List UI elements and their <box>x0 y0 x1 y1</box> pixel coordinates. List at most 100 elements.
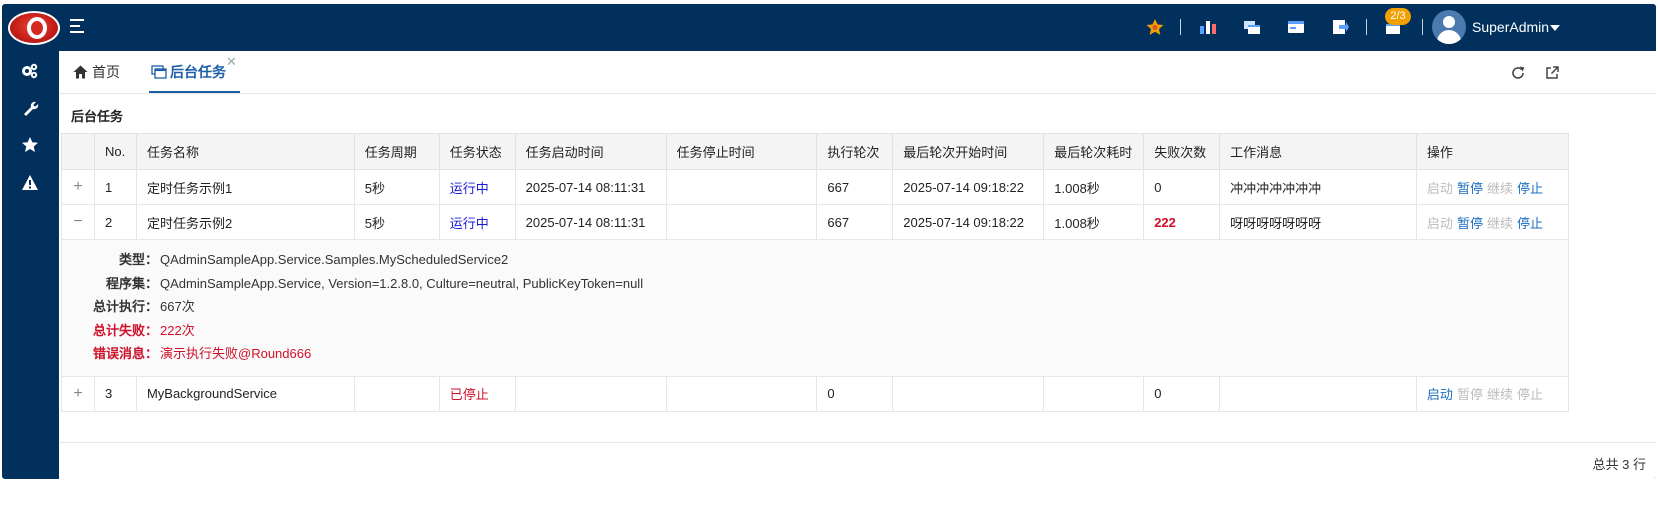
cell-stop <box>665 204 818 240</box>
card-icon[interactable] <box>1286 18 1306 36</box>
main-content: 首页 后台任务 ✕ 后台任务 No. 任务名称 任务周期 任务状态 任务启动时间… <box>59 51 1656 479</box>
export-icon[interactable] <box>1330 18 1350 36</box>
detail-value: 667次 <box>160 299 195 314</box>
username[interactable]: SuperAdmin <box>1472 19 1549 35</box>
cell-fails: 222 <box>1143 204 1221 240</box>
stop-button[interactable]: 停止 <box>1517 216 1543 231</box>
expand-row-button[interactable]: + <box>61 169 95 205</box>
app-logo[interactable] <box>8 11 60 45</box>
cell-fails: 0 <box>1143 169 1221 205</box>
cell-message <box>1219 375 1417 412</box>
column-header: 操作 <box>1415 133 1570 170</box>
table-row: + 1 定时任务示例1 5秒 运行中 2025-07-14 08:11:31 6… <box>61 169 1570 205</box>
column-header[interactable]: 最后轮次耗时 <box>1043 133 1145 170</box>
task-detail-panel: 类型： QAdminSampleApp.Service.Samples.MySch… <box>61 239 1569 377</box>
column-header[interactable]: No. <box>93 133 137 170</box>
collapse-row-button[interactable]: − <box>61 204 95 240</box>
star-icon[interactable] <box>21 136 39 154</box>
detail-label: 错误消息： <box>92 346 158 361</box>
cell-status: 已停止 <box>438 375 516 412</box>
cell-start <box>514 375 667 412</box>
table-row: − 2 定时任务示例2 5秒 运行中 2025-07-14 08:11:31 6… <box>61 204 1570 240</box>
cell-ops: 启动 暂停 继续 停止 <box>1415 204 1570 240</box>
start-button[interactable]: 启动 <box>1427 387 1453 402</box>
detail-total-exec: 总计执行： 667次 <box>62 295 1568 319</box>
notification-badge[interactable]: 2/3 <box>1385 8 1411 25</box>
cell-rounds: 667 <box>816 204 894 240</box>
cell-status: 运行中 <box>438 204 516 240</box>
chart-icon[interactable] <box>1198 18 1218 36</box>
column-header[interactable]: 失败次数 <box>1143 133 1221 170</box>
cell-rounds: 667 <box>816 169 894 205</box>
start-button: 启动 <box>1426 215 1453 231</box>
expand-row-button[interactable]: + <box>61 375 95 412</box>
cell-rounds: 0 <box>816 375 894 412</box>
expand-column-header <box>61 133 95 170</box>
column-header[interactable]: 任务周期 <box>353 133 440 170</box>
medal-icon[interactable] <box>1145 18 1165 36</box>
cell-fails: 0 <box>1143 375 1221 412</box>
detail-label: 总计执行： <box>92 299 158 314</box>
open-external-icon[interactable] <box>1544 65 1560 81</box>
tab-label: 首页 <box>92 64 120 80</box>
tab-home[interactable]: 首页 <box>73 51 120 93</box>
column-header[interactable]: 任务启动时间 <box>514 133 667 170</box>
cell-message: 冲冲冲冲冲冲冲 <box>1219 169 1417 205</box>
cell-last-start <box>892 375 1045 412</box>
column-header[interactable]: 工作消息 <box>1219 133 1417 170</box>
cell-name: 定时任务示例2 <box>135 204 355 240</box>
start-button: 启动 <box>1426 180 1453 196</box>
detail-value: 演示执行失败@Round666 <box>160 346 312 361</box>
windows-icon[interactable] <box>1242 18 1262 36</box>
cell-stop <box>665 169 818 205</box>
pause-button[interactable]: 暂停 <box>1457 216 1483 231</box>
cell-no: 1 <box>93 169 137 205</box>
cell-no: 2 <box>93 204 137 240</box>
column-header[interactable]: 最后轮次开始时间 <box>892 133 1045 170</box>
pause-button[interactable]: 暂停 <box>1457 181 1483 196</box>
cell-no: 3 <box>93 375 137 412</box>
wrench-icon[interactable] <box>21 99 39 117</box>
avatar[interactable] <box>1432 10 1466 44</box>
detail-label: 总计失败： <box>92 322 158 338</box>
refresh-icon[interactable] <box>1510 65 1526 81</box>
cell-last-start: 2025-07-14 09:18:22 <box>892 204 1045 240</box>
cell-period: 5秒 <box>353 204 440 240</box>
column-header[interactable]: 任务名称 <box>135 133 355 170</box>
detail-total-fail: 总计失败： 222次 <box>62 319 1568 343</box>
column-header[interactable]: 任务停止时间 <box>665 133 818 170</box>
app-frame: 2/3 SuperAdmin 首页 后台任务 ✕ 后台任务 No. 任务名称 任… <box>2 4 1656 479</box>
cell-last-cost: 1.008秒 <box>1043 169 1145 205</box>
table-footer: 总共 3 行 <box>59 442 1656 479</box>
table-row: + 3 MyBackgroundService 已停止 0 0 启动 暂停 继续 停止 <box>61 375 1570 412</box>
detail-value: 222次 <box>160 322 195 338</box>
close-icon[interactable]: ✕ <box>226 55 237 69</box>
pause-button: 暂停 <box>1456 387 1483 402</box>
cell-stop <box>665 375 818 412</box>
tasks-table: No. 任务名称 任务周期 任务状态 任务启动时间 任务停止时间 执行轮次 最后… <box>61 133 1570 412</box>
cell-last-cost <box>1043 375 1145 412</box>
warning-icon[interactable] <box>21 174 39 192</box>
chevron-down-icon[interactable] <box>1550 25 1560 31</box>
tab-bar: 首页 后台任务 ✕ <box>59 51 1656 94</box>
detail-value: QAdminSampleApp.Service, Version=1.2.8.0… <box>160 275 644 291</box>
cell-last-cost: 1.008秒 <box>1043 204 1145 240</box>
cell-status: 运行中 <box>438 169 516 205</box>
tab-label: 后台任务 <box>170 64 226 80</box>
top-bar: 2/3 SuperAdmin <box>2 4 1656 50</box>
cogs-icon[interactable] <box>21 62 39 80</box>
detail-value: QAdminSampleApp.Service.Samples.MySchedu… <box>160 252 509 267</box>
cell-start: 2025-07-14 08:11:31 <box>514 169 667 205</box>
column-header[interactable]: 任务状态 <box>438 133 516 170</box>
detail-error: 错误消息： 演示执行失败@Round666 <box>62 342 1568 366</box>
resume-button: 继续 <box>1486 180 1513 196</box>
stop-button: 停止 <box>1516 387 1543 402</box>
table-header-row: No. 任务名称 任务周期 任务状态 任务启动时间 任务停止时间 执行轮次 最后… <box>61 133 1570 170</box>
menu-toggle-icon[interactable] <box>70 18 86 34</box>
detail-type: 类型： QAdminSampleApp.Service.Samples.MySch… <box>62 248 1568 272</box>
stop-button[interactable]: 停止 <box>1517 181 1543 196</box>
column-header[interactable]: 执行轮次 <box>816 133 894 170</box>
detail-assembly: 程序集： QAdminSampleApp.Service, Version=1.2… <box>62 272 1568 296</box>
cell-period: 5秒 <box>353 169 440 205</box>
cell-ops: 启动 暂停 继续 停止 <box>1415 375 1570 412</box>
